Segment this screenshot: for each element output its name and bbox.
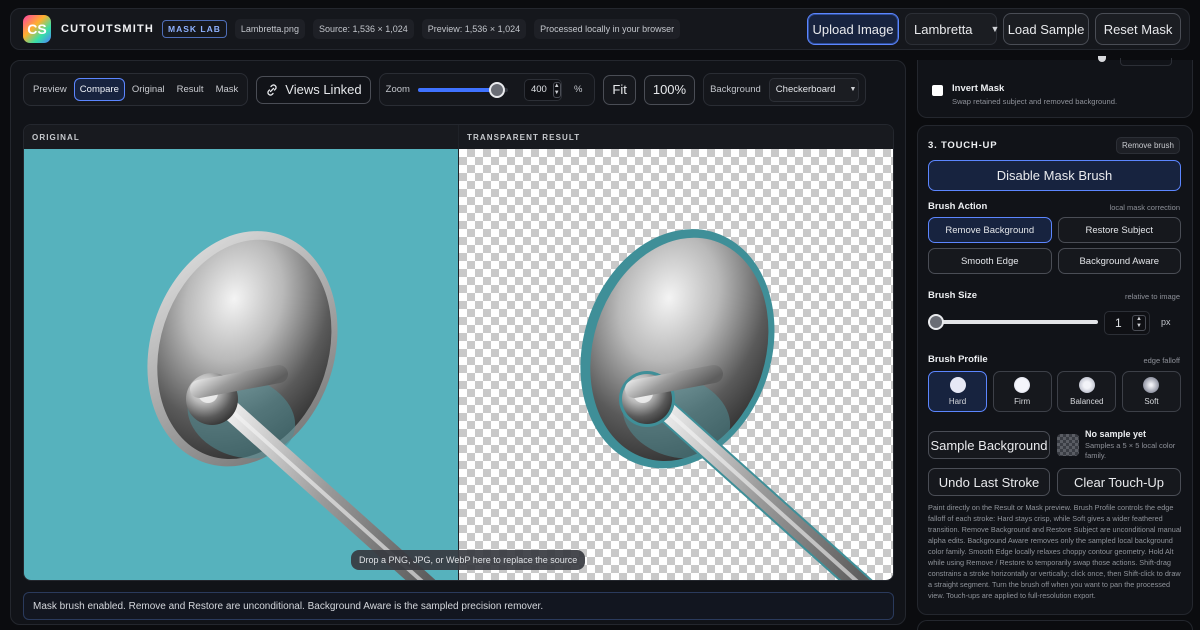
zoom-group: Zoom 400 ▲ ▼ % [378, 73, 596, 106]
workspace-panel: Preview Compare Original Result Mask Views L… [10, 60, 906, 625]
sample-select[interactable]: Lambretta ▼ [905, 13, 1000, 45]
brush-size-thumb[interactable] [928, 314, 944, 330]
drop-tooltip: Drop a PNG, JPG, or WebP here to replace… [351, 550, 586, 570]
views-linked-button[interactable]: Views Linked [256, 75, 371, 104]
action-remove-background-button[interactable]: Remove Background [928, 217, 1052, 243]
load-sample-button[interactable]: Load Sample [1003, 13, 1089, 45]
zoom-unit: % [573, 84, 583, 95]
scrolled-slider-thumb [1098, 56, 1106, 62]
zoom-stepper-icon[interactable]: ▲ ▼ [552, 81, 561, 98]
mask-lab-badge: MASK LAB [162, 20, 227, 38]
touchup-panel: 3. TOUCH-UP Remove brush Disable Mask Br… [917, 125, 1193, 615]
chevron-down-icon: ▼ [849, 86, 857, 93]
brush-size-hint: relative to image [1124, 292, 1180, 301]
brush-size-value: 1 [1115, 316, 1122, 330]
remove-brush-tag: Remove brush [1115, 137, 1180, 154]
brand-name: CUTOUTSMITH [61, 23, 155, 35]
touchup-help-text: Paint directly on the Result or Mask pre… [928, 503, 1182, 600]
invert-mask-title: Invert Mask [952, 83, 1005, 94]
view-mode-mask[interactable]: Mask [211, 79, 244, 100]
profile-firm-button[interactable]: Firm [992, 371, 1052, 412]
file-name-chip: Lambretta.png [234, 19, 305, 39]
brush-size-track [928, 320, 1098, 324]
processing-note-chip: Processed locally in your browser [534, 19, 681, 39]
brush-action-grid: Remove Background Restore Subject Smooth E… [928, 217, 1181, 274]
views-linked-label: Views Linked [285, 82, 362, 97]
brush-size-unit: px [1161, 317, 1171, 327]
mirror-image-original [147, 231, 436, 580]
touchup-title: 3. TOUCH-UP [928, 140, 998, 151]
brush-falloff-icon [1143, 377, 1160, 393]
invert-mask-desc: Swap retained subject and removed backgr… [952, 97, 1118, 106]
view-mode-preview[interactable]: Preview [28, 79, 72, 100]
preview-size-chip: Preview: 1,536 × 1,024 [421, 19, 527, 39]
zoom-label: Zoom [385, 84, 410, 95]
zoom-input[interactable]: 400 ▲ ▼ [523, 78, 562, 101]
clear-touchup-button[interactable]: Clear Touch-Up [1057, 468, 1181, 496]
profile-soft-button[interactable]: Soft [1121, 371, 1181, 412]
sample-swatch [1057, 434, 1079, 456]
action-background-aware-button[interactable]: Background Aware [1057, 248, 1181, 274]
brush-profile-hint: edge falloff [1143, 356, 1180, 365]
zoom-100-button[interactable]: 100% [643, 74, 696, 105]
result-pane-header: TRANSPARENT RESULT [459, 125, 893, 149]
profile-label: Balanced [1070, 397, 1104, 406]
app-logo: CS [23, 15, 51, 43]
action-smooth-edge-button[interactable]: Smooth Edge [928, 248, 1052, 274]
source-size-chip: Source: 1,536 × 1,024 [312, 19, 414, 39]
reset-mask-button[interactable]: Reset Mask [1095, 13, 1181, 45]
result-image-pane[interactable] [459, 149, 893, 580]
profile-label: Soft [1144, 397, 1159, 406]
no-sample-desc: Samples a 5 × 5 local color family. [1085, 441, 1176, 460]
profile-label: Hard [948, 397, 967, 406]
brush-size-stepper-icon[interactable]: ▲ ▼ [1132, 315, 1146, 331]
original-pane-header: ORIGINAL [24, 125, 458, 149]
brush-size-input[interactable]: 1 ▲ ▼ [1104, 311, 1150, 335]
brush-size-title: Brush Size [928, 290, 978, 301]
brush-profile-title: Brush Profile [928, 354, 988, 365]
compare-view[interactable]: ORIGINAL TRANSPARENT RESULT [23, 124, 894, 581]
view-toolbar: Preview Compare Original Result Mask Views L… [23, 73, 866, 106]
view-mode-group: Preview Compare Original Result Mask [23, 73, 249, 106]
sample-background-button[interactable]: Sample Background [928, 431, 1050, 459]
view-mode-compare[interactable]: Compare [73, 78, 125, 101]
brush-action-title: Brush Action [928, 201, 988, 212]
profile-label: Firm [1014, 397, 1031, 406]
brush-profile-row: Hard Firm Balanced Soft [928, 371, 1181, 412]
view-mode-result[interactable]: Result [172, 79, 209, 100]
scrolled-input-fragment [1120, 58, 1172, 66]
link-icon [267, 83, 277, 96]
brush-falloff-icon [949, 377, 966, 393]
undo-last-stroke-button[interactable]: Undo Last Stroke [928, 468, 1050, 496]
background-select-value: Checkerboard [775, 84, 836, 95]
profile-balanced-button[interactable]: Balanced [1057, 371, 1117, 412]
background-select[interactable]: Checkerboard ▼ [768, 77, 859, 102]
invert-mask-checkbox[interactable] [932, 85, 943, 96]
background-label: Background [710, 84, 761, 95]
sample-select-value: Lambretta [914, 21, 973, 37]
background-group: Background Checkerboard ▼ [703, 73, 866, 106]
invert-mask-section: Invert Mask Swap retained subject and re… [917, 56, 1193, 118]
action-restore-subject-button[interactable]: Restore Subject [1057, 217, 1181, 243]
next-section-edge [917, 620, 1193, 630]
chevron-down-icon: ▼ [990, 24, 1000, 34]
disable-mask-brush-button[interactable]: Disable Mask Brush [928, 160, 1181, 191]
app-header: CS CUTOUTSMITH MASK LAB Lambretta.png So… [10, 8, 1190, 50]
zoom-slider-thumb[interactable] [489, 81, 506, 98]
zoom-value: 400 [530, 84, 547, 95]
view-mode-original[interactable]: Original [127, 79, 170, 100]
original-image-pane[interactable] [24, 149, 458, 580]
fit-button[interactable]: Fit [603, 74, 636, 105]
zoom-slider[interactable] [417, 81, 508, 98]
zoom-slider-fill [417, 87, 498, 92]
upload-image-button[interactable]: Upload Image [807, 13, 899, 45]
no-sample-title: No sample yet [1085, 429, 1147, 439]
brush-falloff-icon [1014, 377, 1031, 393]
brush-size-slider[interactable] [928, 314, 1098, 330]
brush-falloff-icon [1078, 377, 1095, 393]
brush-action-hint: local mask correction [1109, 203, 1180, 212]
profile-hard-button[interactable]: Hard [928, 371, 987, 412]
status-bar: Mask brush enabled. Remove and Restore a… [23, 592, 894, 620]
mirror-image-result [580, 229, 873, 580]
